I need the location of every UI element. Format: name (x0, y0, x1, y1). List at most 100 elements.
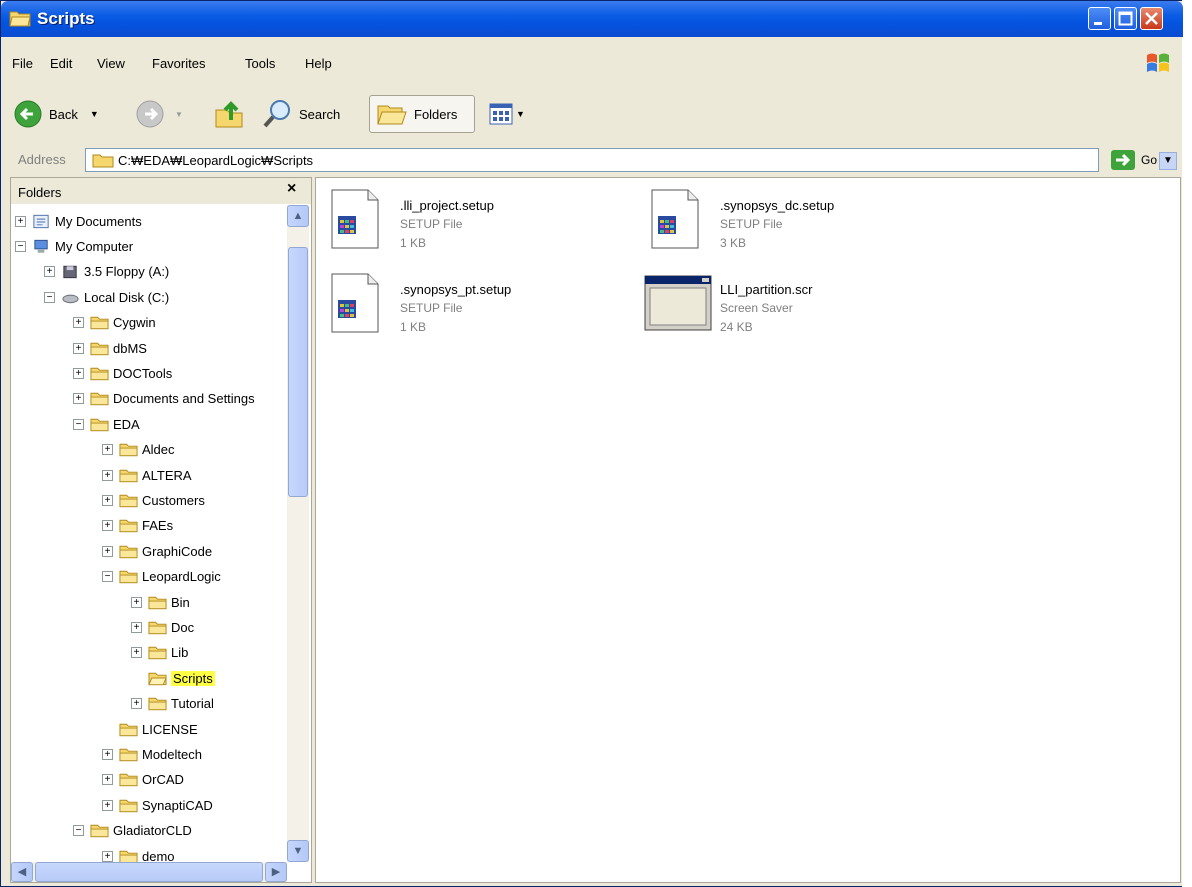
tree-item[interactable]: − EDA (73, 413, 140, 435)
tree-item[interactable]: + Bin (131, 591, 190, 613)
folders-pane-close-icon[interactable]: × (287, 180, 296, 198)
forward-button[interactable]: ▼ (135, 95, 183, 133)
views-icon (489, 103, 513, 125)
views-button[interactable]: ▼ (489, 95, 525, 133)
address-dropdown-icon[interactable]: ▼ (1159, 152, 1177, 170)
horizontal-scrollbar[interactable]: ◀ ▶ (11, 862, 287, 882)
expand-icon[interactable]: + (73, 317, 84, 329)
folder-icon (119, 494, 138, 508)
search-button[interactable]: Search (261, 95, 340, 133)
scroll-left-icon[interactable]: ◀ (11, 862, 33, 882)
tree-item[interactable]: − My Computer (15, 235, 133, 257)
tree-item-label: 3.5 Floppy (A:) (84, 264, 170, 280)
up-folder-button[interactable] (213, 95, 245, 133)
tree-item[interactable]: + OrCAD (102, 769, 184, 791)
up-folder-icon (215, 101, 243, 128)
tree-item[interactable]: +3.5 Floppy (A:) (44, 261, 169, 283)
expand-icon[interactable]: + (73, 393, 84, 405)
tree-item-label: Lib (171, 645, 189, 661)
expand-icon[interactable]: + (73, 342, 84, 354)
expand-icon[interactable]: + (131, 596, 142, 608)
menu-view[interactable]: View (97, 56, 125, 71)
menu-help[interactable]: Help (305, 56, 332, 71)
tree-item[interactable]: Scripts (131, 667, 215, 689)
folders-button[interactable]: Folders (369, 95, 475, 133)
tree-item[interactable]: LICENSE (102, 718, 198, 740)
tree-item[interactable]: − GladiatorCLD (73, 820, 192, 842)
expand-icon[interactable]: + (131, 647, 142, 659)
collapse-icon[interactable]: − (73, 418, 84, 430)
file-item[interactable]: .synopsys_pt.setup SETUP File 1 KB (330, 268, 650, 344)
scroll-down-icon[interactable]: ▼ (287, 840, 309, 862)
tree-item[interactable]: + My Documents (15, 210, 142, 232)
expand-icon[interactable]: + (15, 215, 26, 227)
tree-item[interactable]: − Local Disk (C:) (44, 286, 169, 308)
tree-item[interactable]: − LeopardLogic (102, 566, 221, 588)
address-input[interactable]: C:₩EDA₩LeopardLogic₩Scripts ▼ (85, 148, 1177, 172)
folder-icon (119, 520, 138, 533)
folder-icon (92, 154, 114, 168)
menu-favorites[interactable]: Favorites (152, 56, 205, 71)
tree-item[interactable]: + GraphiCode (102, 540, 212, 562)
expand-icon[interactable]: + (102, 850, 113, 862)
tree-item[interactable]: + Customers (102, 489, 205, 511)
expand-icon[interactable]: + (102, 444, 113, 456)
expand-icon[interactable]: + (102, 494, 113, 506)
tree-item-label: FAEs (142, 518, 174, 534)
collapse-icon[interactable]: − (44, 291, 55, 303)
vertical-scroll-thumb[interactable] (288, 247, 308, 497)
expand-icon[interactable]: + (131, 621, 142, 633)
tree-item[interactable]: + dbMS (73, 337, 147, 359)
expand-icon[interactable]: + (102, 799, 113, 811)
file-item[interactable]: .lli_project.setup SETUP File 1 KB (330, 184, 650, 260)
tree-item[interactable]: + Cygwin (73, 312, 156, 334)
collapse-icon[interactable]: − (102, 571, 113, 583)
tree-item[interactable]: + Documents and Settings (73, 388, 255, 410)
vertical-scrollbar[interactable]: ▲ ▼ (287, 205, 309, 862)
back-label: Back (49, 106, 78, 122)
collapse-icon[interactable]: − (15, 240, 26, 252)
file-item[interactable]: LLI_partition.scr Screen Saver 24 KB (644, 268, 964, 344)
tree-item[interactable]: + Aldec (102, 439, 175, 461)
menu-edit[interactable]: Edit (50, 56, 72, 71)
tree-item[interactable]: + Doc (131, 616, 194, 638)
title-bar[interactable]: Scripts (1, 1, 1183, 37)
collapse-icon[interactable]: − (73, 825, 84, 837)
expand-icon[interactable]: + (102, 469, 113, 481)
tree-item-label: Bin (171, 594, 190, 610)
expand-icon[interactable]: + (102, 545, 113, 557)
forward-dropdown-icon[interactable]: ▼ (175, 110, 183, 119)
expand-icon[interactable]: + (102, 774, 113, 786)
folder-icon (119, 469, 138, 482)
tree-item[interactable]: + FAEs (102, 515, 173, 537)
tree-item[interactable]: + Modeltech (102, 743, 202, 765)
scroll-up-icon[interactable]: ▲ (287, 205, 309, 227)
tree-item[interactable]: + Lib (131, 642, 188, 664)
scroll-right-icon[interactable]: ▶ (265, 862, 287, 882)
tree-item[interactable]: + Tutorial (131, 693, 214, 715)
file-item[interactable]: .synopsys_dc.setup SETUP File 3 KB (650, 184, 970, 260)
back-button[interactable]: Back ▼ (13, 95, 99, 133)
tree-item[interactable]: + ALTERA (102, 464, 192, 486)
expand-icon[interactable]: + (131, 698, 142, 710)
maximize-button[interactable] (1114, 7, 1137, 30)
folder-icon (148, 621, 167, 635)
file-name: .lli_project.setup (400, 198, 494, 213)
views-dropdown-icon[interactable]: ▼ (516, 109, 525, 119)
menu-tools[interactable]: Tools (245, 56, 275, 71)
disk-icon (62, 294, 79, 303)
tree-item[interactable]: + SynaptiCAD (102, 794, 213, 816)
back-dropdown-icon[interactable]: ▼ (90, 109, 99, 119)
expand-icon[interactable]: + (73, 367, 84, 379)
go-button[interactable]: Go (1111, 150, 1157, 170)
menu-file[interactable]: File (12, 56, 33, 71)
setup-file-icon (331, 273, 379, 333)
expand-icon[interactable]: + (102, 520, 113, 532)
horizontal-scroll-thumb[interactable] (35, 862, 263, 882)
minimize-button[interactable] (1088, 7, 1111, 30)
tree-item[interactable]: + DOCTools (73, 362, 172, 384)
expand-icon[interactable]: + (102, 748, 113, 760)
close-button[interactable] (1140, 7, 1163, 30)
expand-icon[interactable]: + (44, 266, 55, 278)
file-type: Screen Saver (720, 301, 793, 315)
